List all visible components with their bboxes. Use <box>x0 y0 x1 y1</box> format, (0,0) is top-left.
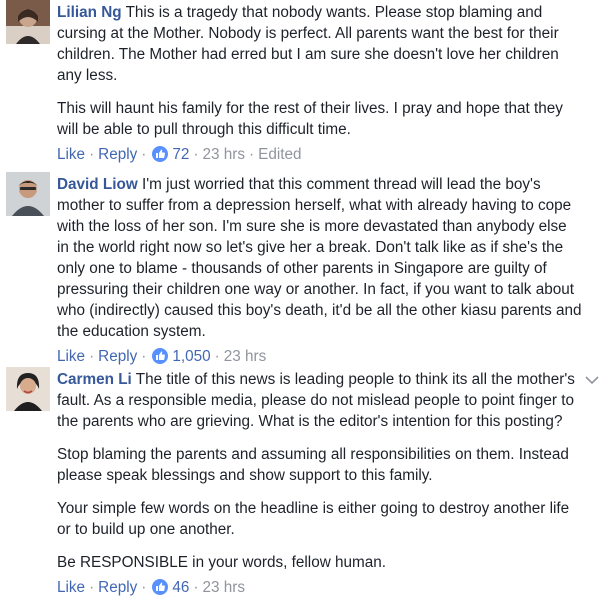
like-button[interactable]: Like <box>57 579 85 596</box>
comment-actions: Like · Reply · 46 · 23 hrs <box>57 577 582 599</box>
thumbs-up-icon <box>152 146 169 162</box>
reply-button[interactable]: Reply <box>98 579 137 596</box>
separator-dot: · <box>193 579 199 596</box>
comment-text: I'm just worried that this comment threa… <box>57 176 582 340</box>
reaction-count[interactable]: 1,050 <box>172 348 210 365</box>
comment-author[interactable]: Carmen Li <box>57 371 132 388</box>
reply-button[interactable]: Reply <box>98 348 137 365</box>
chevron-down-icon[interactable] <box>585 375 599 385</box>
thumbs-up-icon <box>152 348 169 364</box>
comment-timestamp[interactable]: 23 hrs <box>224 348 267 365</box>
comment-timestamp[interactable]: 23 hrs <box>203 146 246 163</box>
separator-dot: · <box>141 348 147 365</box>
comment-author[interactable]: David Liow <box>57 176 138 193</box>
comment-timestamp[interactable]: 23 hrs <box>203 579 246 596</box>
like-button[interactable]: Like <box>57 348 85 365</box>
separator-dot: · <box>141 146 147 163</box>
comment-text: Your simple few words on the headline is… <box>57 500 570 538</box>
comment-text: This will haunt his family for the rest … <box>57 100 563 138</box>
avatar[interactable] <box>6 0 50 44</box>
like-button[interactable]: Like <box>57 146 85 163</box>
thumbs-up-icon <box>152 579 169 595</box>
comment-text: The title of this news is leading people… <box>57 371 575 430</box>
separator-dot: · <box>141 579 147 596</box>
separator-dot: · <box>89 348 95 365</box>
comment-actions: Like · Reply · 1,050 · 23 hrs <box>57 346 582 368</box>
separator-dot: · <box>214 348 220 365</box>
separator-dot: · <box>193 146 199 163</box>
comment-thread: Lilian Ng This is a tragedy that nobody … <box>0 0 607 601</box>
comment-text: This is a tragedy that nobody wants. Ple… <box>57 4 559 84</box>
comment-author[interactable]: Lilian Ng <box>57 4 122 21</box>
separator-dot: · <box>89 146 95 163</box>
reply-button[interactable]: Reply <box>98 146 137 163</box>
avatar[interactable] <box>6 172 50 216</box>
edited-label[interactable]: Edited <box>258 146 301 163</box>
comment-actions: Like · Reply · 72 · 23 hrs · Edited <box>57 144 582 166</box>
reaction-count[interactable]: 46 <box>172 579 189 596</box>
avatar[interactable] <box>6 367 50 411</box>
separator-dot: · <box>89 579 95 596</box>
comment-text: Be RESPONSIBLE in your words, fellow hum… <box>57 554 387 571</box>
separator-dot: · <box>249 146 255 163</box>
reaction-count[interactable]: 72 <box>172 146 189 163</box>
comment-text: Stop blaming the parents and assuming al… <box>57 446 569 484</box>
